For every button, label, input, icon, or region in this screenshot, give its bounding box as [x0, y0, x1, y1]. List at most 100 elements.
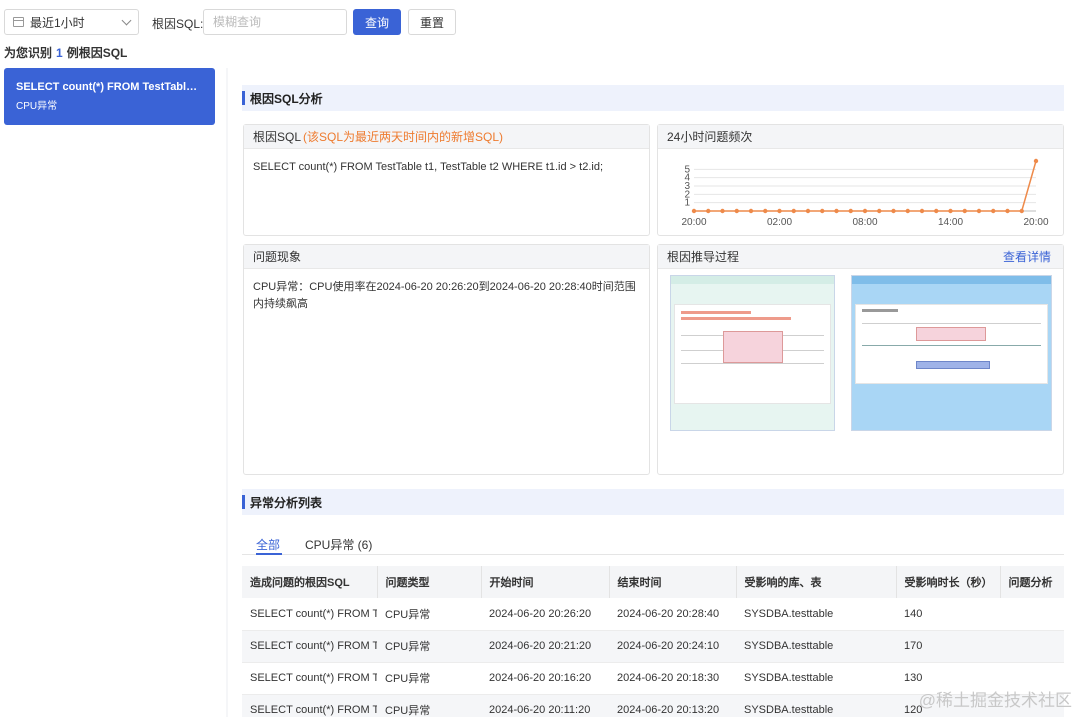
cell-start-time: 2024-06-20 20:11:20 [481, 694, 609, 717]
cell-affected-table: SYSDBA.testtable [736, 694, 896, 717]
table-header-row: 造成问题的根因SQL 问题类型 开始时间 结束时间 受影响的库、表 受影响时长（… [242, 566, 1064, 598]
thumb-peak [916, 361, 990, 369]
column-header[interactable]: 结束时间 [609, 566, 737, 598]
data-point [962, 208, 967, 214]
data-point [706, 208, 711, 214]
inference-panel-title: 根因推导过程 查看详情 [658, 245, 1063, 269]
cell-root-sql: SELECT count(*) FROM TestTable t1, TestT… [242, 630, 377, 663]
cell-affected-table: SYSDBA.testtable [736, 630, 896, 663]
column-header[interactable]: 开始时间 [481, 566, 610, 598]
cell-start-time: 2024-06-20 20:26:20 [481, 598, 609, 631]
data-point [976, 208, 982, 214]
panel-title-text: 根因SQL [253, 130, 302, 144]
thumb-text-line [681, 311, 751, 314]
data-point [805, 208, 811, 214]
cell-end-time: 2024-06-20 20:18:30 [609, 662, 736, 695]
tab-cpu-anomaly[interactable]: CPU异常 (6) [305, 536, 372, 553]
thumb-grid-line [862, 345, 1041, 346]
data-point [791, 208, 796, 214]
data-point [763, 208, 768, 214]
thumb-grid-line [681, 363, 824, 364]
time-range-select[interactable]: 最近1小时 [4, 9, 139, 35]
thumb-text-line [681, 317, 791, 320]
cell-end-time: 2024-06-20 20:13:20 [609, 694, 736, 717]
cell-analysis[interactable] [1000, 598, 1064, 631]
section-title: 异常分析列表 [250, 495, 323, 510]
cell-type: CPU异常 [377, 598, 481, 631]
root-sql-label: 根因SQL: [152, 17, 204, 31]
data-point [834, 208, 839, 214]
data-point [948, 208, 953, 214]
data-point [691, 208, 697, 214]
panel-title-text: 根因推导过程 [667, 250, 740, 264]
tab-all[interactable]: 全部 [256, 536, 280, 553]
cell-start-time: 2024-06-20 20:16:20 [481, 662, 609, 695]
table-row[interactable]: SELECT count(*) FROM TestTable t1, TestT… [242, 630, 1064, 663]
root-sql-item-title: SELECT count(*) FROM TestTable t1, TestT… [16, 81, 203, 93]
cell-duration: 170 [896, 630, 1000, 663]
data-point [877, 208, 882, 214]
root-sql-item-type: CPU异常 [16, 101, 58, 112]
data-point [848, 208, 853, 214]
column-header[interactable]: 受影响的库、表 [736, 566, 897, 598]
data-point [891, 208, 896, 214]
inference-step-image[interactable] [670, 275, 835, 431]
cell-start-time: 2024-06-20 20:21:20 [481, 630, 609, 663]
data-point [820, 208, 825, 214]
x-tick-label: 14:00 [938, 217, 963, 228]
cell-analysis[interactable] [1000, 630, 1064, 663]
summary-suffix: 例根因SQL [66, 46, 128, 60]
data-point [1019, 208, 1024, 214]
inference-step-image[interactable] [851, 275, 1052, 431]
panel-title-text: 问题现象 [253, 250, 302, 264]
y-tick-label: 5 [684, 164, 690, 175]
root-sql-list-item[interactable]: SELECT count(*) FROM TestTable t1, TestT… [4, 68, 215, 125]
thumb-grid-line [862, 323, 1041, 324]
chevron-down-icon [121, 15, 132, 25]
query-button[interactable]: 查询 [353, 9, 401, 35]
thumb-chart [674, 304, 831, 404]
x-tick-label: 20:00 [681, 217, 706, 228]
time-range-value: 最近1小时 [30, 15, 85, 30]
column-header[interactable]: 问题类型 [377, 566, 482, 598]
phenomenon-panel: 问题现象 CPU异常：CPU使用率在2024-06-20 20:26:20到20… [243, 244, 650, 475]
root-sql-panel-title: 根因SQL (该SQL为最近两天时间内的新增SQL) [244, 125, 649, 149]
anomaly-list-header: 异常分析列表 [242, 489, 1064, 515]
column-header[interactable]: 问题分析 [1000, 566, 1064, 598]
anomaly-tabs: 全部 CPU异常 (6) [242, 530, 1064, 555]
inference-panel: 根因推导过程 查看详情 [657, 244, 1064, 475]
column-header[interactable]: 造成问题的根因SQL [242, 566, 378, 598]
reset-button[interactable]: 重置 [408, 9, 456, 35]
cell-root-sql: SELECT count(*) FROM TestTable t1, TestT… [242, 598, 377, 631]
table-row[interactable]: SELECT count(*) FROM TestTable t1, TestT… [242, 598, 1064, 631]
cell-type: CPU异常 [377, 630, 481, 663]
watermark: @稀土掘金技术社区 [918, 691, 1072, 710]
panel-title-text: 24小时问题频次 [667, 130, 753, 144]
root-sql-search-input[interactable] [203, 9, 347, 35]
data-point [905, 208, 910, 214]
thumb-header [852, 276, 1051, 284]
data-point [1005, 208, 1010, 214]
x-tick-label: 08:00 [852, 217, 877, 228]
filter-bar: 最近1小时 根因SQL: 查询 重置 为您识别1例根因SQL [0, 0, 1080, 68]
new-sql-note: (该SQL为最近两天时间内的新增SQL) [303, 130, 504, 144]
column-header[interactable]: 受影响时长（秒） [896, 566, 1001, 598]
root-sql-text: SELECT count(*) FROM TestTable t1, TestT… [253, 161, 604, 173]
thumb-text-line [862, 309, 898, 312]
root-sql-analysis-header: 根因SQL分析 [242, 85, 1064, 111]
thumb-header [671, 276, 834, 284]
cell-duration: 140 [896, 598, 1000, 631]
data-point [720, 208, 725, 214]
x-tick-label: 20:00 [1023, 217, 1048, 228]
frequency-line-chart: 1234520:00 02:00 08:00 14:00 20:00 [681, 158, 1049, 228]
root-sql-panel: 根因SQL (该SQL为最近两天时间内的新增SQL) SELECT count(… [243, 124, 650, 236]
frequency-chart-title: 24小时问题频次 [658, 125, 1063, 149]
phenomenon-panel-title: 问题现象 [244, 245, 649, 269]
x-tick-label: 02:00 [767, 217, 792, 228]
data-point [862, 208, 868, 214]
thumb-chart [855, 304, 1048, 384]
data-point [991, 208, 996, 214]
data-point [777, 208, 782, 214]
cell-end-time: 2024-06-20 20:28:40 [609, 598, 736, 631]
view-details-link[interactable]: 查看详情 [1003, 248, 1051, 265]
